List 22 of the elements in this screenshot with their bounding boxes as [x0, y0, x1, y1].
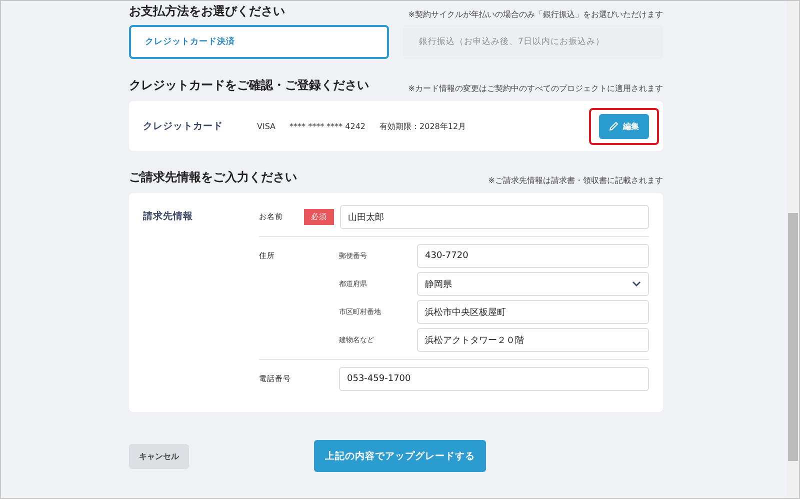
billing-label: 請求先情報 [143, 210, 194, 224]
section-note: ※ご請求先情報は請求書・領収書に記載されます [488, 175, 663, 186]
section-heading: ご請求先情報をご入力ください [129, 169, 297, 186]
section-heading: クレジットカードをご確認・ご登録ください [129, 77, 369, 94]
cancel-button[interactable]: キャンセル [129, 444, 189, 468]
section-heading: お支払方法をお選びください [129, 3, 285, 20]
chevron-down-icon [632, 281, 641, 287]
phone-input[interactable]: 053-459-1700 [339, 367, 649, 391]
prefecture-select[interactable]: 静岡県 [417, 272, 649, 296]
address-input[interactable]: 430-7720 [417, 244, 649, 268]
scrollbar[interactable] [787, 1, 799, 498]
name-input[interactable]: 山田太郎 [340, 205, 649, 229]
section-note: ※カード情報の変更はご契約中のすべてのプロジェクトに適用されます [408, 83, 663, 94]
address-input[interactable]: 浜松市中央区板屋町 [417, 300, 649, 324]
address-input[interactable]: 浜松アクトタワー２０階 [417, 328, 649, 352]
card-number: **** **** **** 4242 [290, 122, 366, 130]
payment-option[interactable]: クレジットカード決済 [129, 25, 389, 59]
section-note: ※契約サイクルが年払いの場合のみ「銀行振込」をお選びいただけます [408, 9, 663, 20]
card-label: クレジットカード [143, 120, 224, 132]
pencil-icon [609, 121, 619, 131]
card-expiry: 有効期限：2028年12月 [380, 120, 466, 132]
card-brand: VISA [257, 122, 276, 130]
